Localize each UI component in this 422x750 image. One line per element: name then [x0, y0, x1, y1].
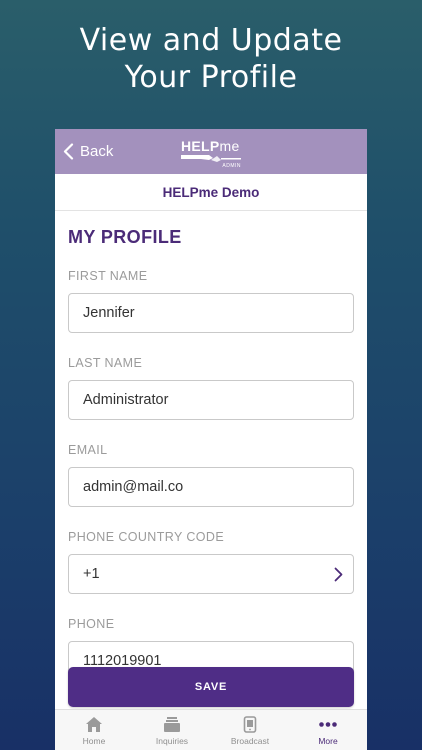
- back-button[interactable]: Back: [63, 129, 113, 174]
- email-field[interactable]: admin@mail.co: [68, 467, 354, 507]
- tab-home-label: Home: [82, 736, 106, 746]
- page-title: MY PROFILE: [68, 227, 182, 247]
- home-icon: [86, 717, 102, 732]
- phone-screen: Back HELPme ADMIN HELPme Demo MY PROFILE…: [55, 129, 367, 750]
- inbox-icon: [164, 717, 180, 732]
- last-name-field[interactable]: Administrator: [68, 380, 354, 420]
- email-label: EMAIL: [68, 443, 108, 457]
- tab-broadcast-label: Broadcast: [230, 736, 270, 746]
- organization-name: HELPme Demo: [55, 174, 367, 211]
- tab-bar: Home Inquiries Broadcast More: [55, 709, 367, 750]
- country-code-label: PHONE COUNTRY CODE: [68, 530, 225, 544]
- country-code-select[interactable]: +1: [68, 554, 354, 594]
- chevron-right-icon: [334, 567, 343, 582]
- tab-more[interactable]: More: [289, 710, 367, 750]
- tab-inquiries[interactable]: Inquiries: [133, 710, 211, 750]
- promo-title-line-1: View and Update: [79, 23, 343, 58]
- app-logo: HELPme ADMIN: [181, 138, 241, 170]
- more-icon: [319, 722, 337, 727]
- chevron-left-icon: [63, 143, 74, 160]
- tab-home[interactable]: Home: [55, 710, 133, 750]
- first-name-label: FIRST NAME: [68, 269, 148, 283]
- promo-title-line-2: Your Profile: [124, 60, 298, 95]
- save-button[interactable]: SAVE: [68, 667, 354, 707]
- logo-word-bold: HELP: [181, 138, 220, 154]
- broadcast-icon: [243, 716, 257, 733]
- logo-sub: ADMIN: [222, 163, 241, 169]
- first-name-field[interactable]: Jennifer: [68, 293, 354, 333]
- last-name-label: LAST NAME: [68, 356, 143, 370]
- logo-word-light: me: [219, 138, 240, 154]
- profile-form: MY PROFILE FIRST NAME Jennifer LAST NAME…: [55, 227, 367, 681]
- back-label: Back: [80, 143, 114, 160]
- tab-broadcast[interactable]: Broadcast: [211, 710, 289, 750]
- tab-inquiries-label: Inquiries: [155, 736, 189, 746]
- tab-more-label: More: [318, 736, 338, 746]
- promo-title: View and Update Your Profile: [0, 22, 422, 96]
- country-code-value: +1: [83, 566, 100, 582]
- phone-label: PHONE: [68, 617, 115, 631]
- navbar: Back HELPme ADMIN: [55, 129, 367, 174]
